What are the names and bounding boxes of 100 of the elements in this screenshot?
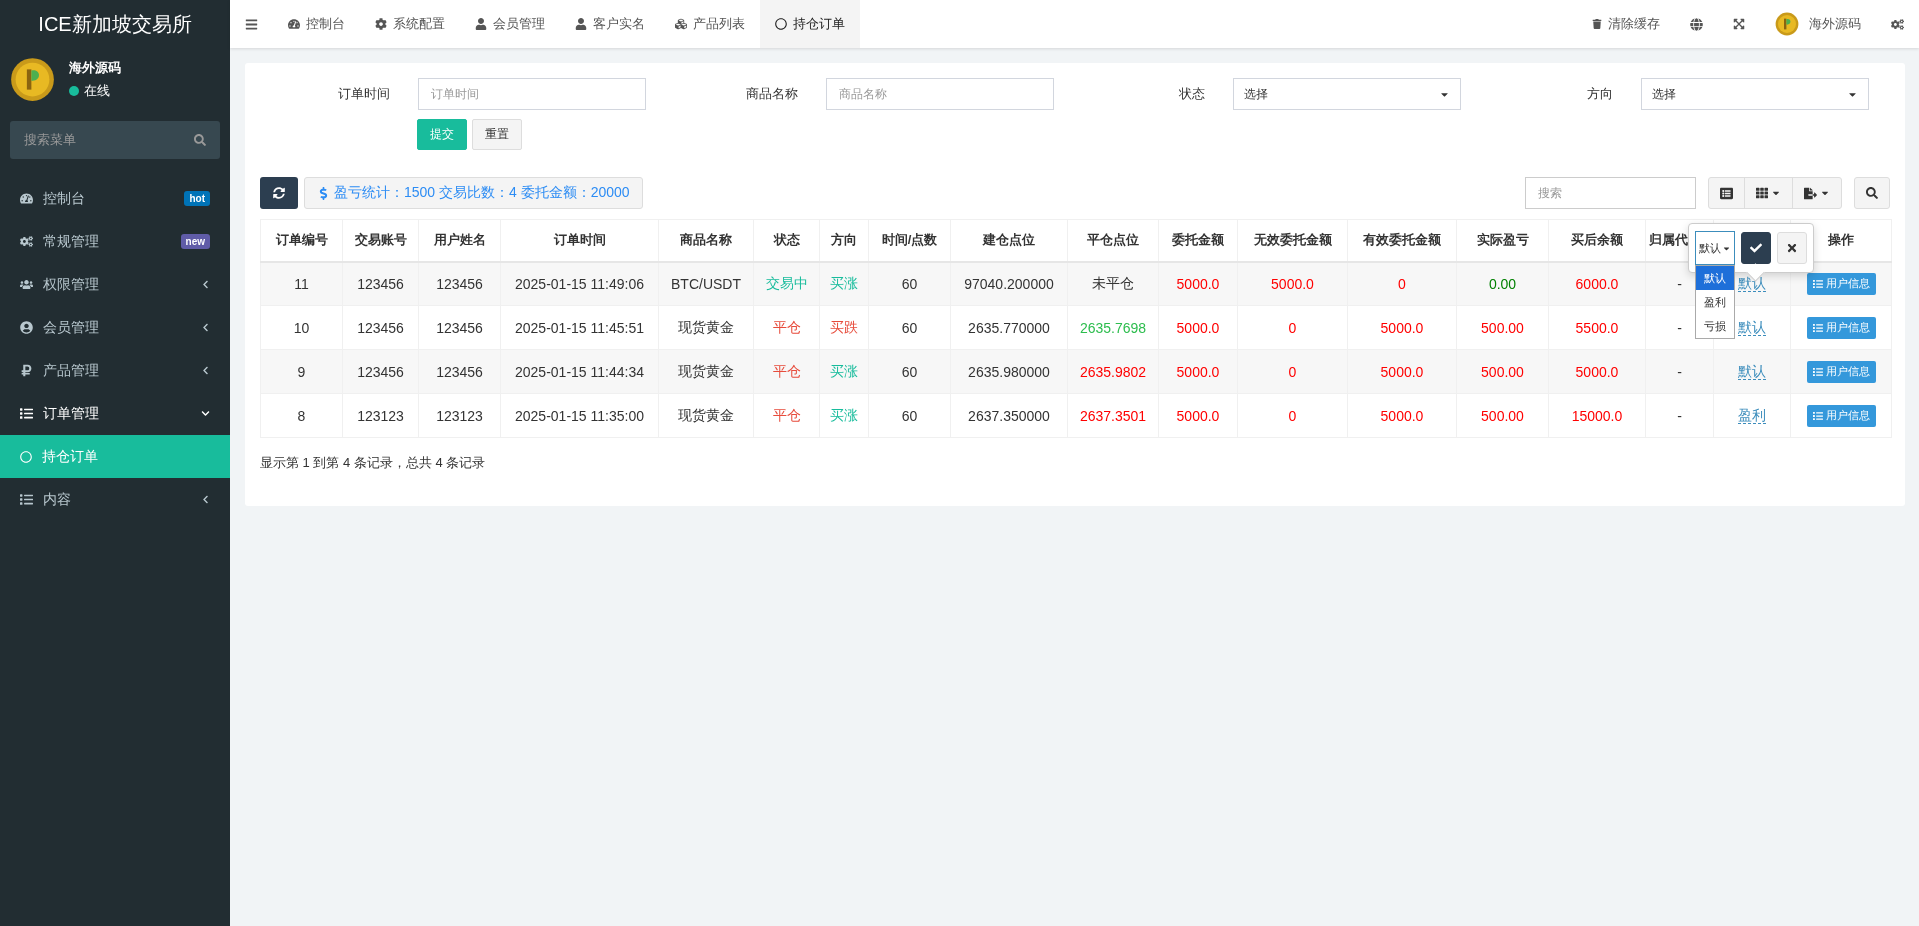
table-cell: 2025-01-15 11:35:00 bbox=[515, 407, 644, 424]
cancel-button[interactable] bbox=[1777, 232, 1807, 264]
table-cell: 2025-01-15 11:45:51 bbox=[515, 319, 644, 336]
user-icon bbox=[475, 18, 487, 30]
nav-tab[interactable]: 客户实名 bbox=[560, 0, 660, 48]
column-header: 订单编号 bbox=[260, 219, 343, 262]
nav-tab[interactable]: 持仓订单 bbox=[760, 0, 860, 48]
filter-label: 方向 bbox=[1585, 85, 1613, 103]
table-cell: 5500.0 bbox=[1575, 319, 1619, 336]
table-cell: 500.00 bbox=[1481, 363, 1524, 380]
table-cell: 0 bbox=[1398, 275, 1406, 292]
refresh-button[interactable] bbox=[260, 177, 298, 209]
table-cell: 买涨 bbox=[830, 362, 858, 379]
column-header: 平仓点位 bbox=[1067, 219, 1159, 262]
table-cell: 123456 bbox=[436, 275, 483, 292]
avatar-icon bbox=[10, 57, 55, 102]
table-cell: 买跌 bbox=[830, 318, 858, 335]
table-cell: - bbox=[1677, 319, 1682, 336]
pagination-info: 显示第 1 到第 4 条记录，总共 4 条记录 bbox=[260, 454, 487, 472]
expand-icon bbox=[1733, 18, 1745, 30]
user-name: 海外源码 bbox=[69, 59, 121, 77]
table-cell: - bbox=[1677, 275, 1682, 292]
column-header: 商品名称 bbox=[658, 219, 754, 262]
list-icon bbox=[1812, 322, 1823, 333]
table-cell: - bbox=[1677, 407, 1682, 424]
nav-tab[interactable]: 控制台 bbox=[273, 0, 360, 48]
table-cell: 60 bbox=[901, 407, 918, 424]
sidebar-item[interactable]: 常规管理 new bbox=[0, 220, 230, 263]
sidebar-item[interactable]: 产品管理 bbox=[0, 349, 230, 392]
status-dot-icon bbox=[69, 86, 79, 96]
filter-label: 订单时间 bbox=[337, 85, 390, 103]
table-cell: 2025-01-15 11:49:06 bbox=[515, 275, 644, 292]
filter-input[interactable]: 订单时间 bbox=[418, 78, 646, 110]
table-cell: 0 bbox=[1288, 363, 1297, 380]
dropdown-option[interactable]: 默认 bbox=[1696, 266, 1734, 290]
table-search-field[interactable]: 搜索 bbox=[1525, 177, 1696, 209]
table-cell: 平仓 bbox=[772, 362, 801, 379]
chevron-down-icon bbox=[201, 409, 210, 418]
table-cell: 500.00 bbox=[1481, 319, 1524, 336]
table-cell: 5000.0 bbox=[1380, 363, 1424, 380]
nav-tab[interactable]: 会员管理 bbox=[460, 0, 560, 48]
table-cell: 5000.0 bbox=[1575, 363, 1619, 380]
nav-tab[interactable]: 产品列表 bbox=[660, 0, 760, 48]
settle-link[interactable]: 默认 bbox=[1738, 362, 1766, 380]
confirm-button[interactable] bbox=[1741, 232, 1771, 264]
column-header: 状态 bbox=[753, 219, 820, 262]
table-cell: 11 bbox=[294, 275, 309, 292]
table-cell: 2025-01-15 11:44:34 bbox=[515, 363, 644, 380]
list-icon bbox=[20, 493, 33, 506]
sidebar-item[interactable]: 权限管理 bbox=[0, 263, 230, 306]
filter-input[interactable]: 商品名称 bbox=[825, 78, 1054, 110]
sidebar-item[interactable]: 内容 bbox=[0, 478, 230, 521]
table-cell: 5000.0 bbox=[1176, 363, 1220, 380]
chevron-left-icon bbox=[201, 495, 210, 504]
gear-icon bbox=[375, 18, 387, 30]
chevron-left-icon bbox=[201, 280, 210, 289]
settle-link[interactable]: 盈利 bbox=[1738, 406, 1766, 424]
list-icon bbox=[20, 407, 33, 420]
list-icon bbox=[1720, 186, 1733, 200]
column-header: 时间/点数 bbox=[868, 219, 951, 262]
sidebar-item[interactable]: 控制台 hot bbox=[0, 177, 230, 220]
table-cell: 8 bbox=[297, 407, 306, 424]
refresh-icon bbox=[273, 187, 285, 199]
close-icon bbox=[1786, 242, 1798, 254]
user-icon bbox=[575, 18, 587, 30]
filter-select[interactable]: 选择 bbox=[1233, 78, 1461, 110]
trash-icon bbox=[1592, 19, 1602, 29]
sidebar-item[interactable]: 订单管理 bbox=[0, 392, 230, 435]
list-icon bbox=[1812, 278, 1823, 289]
settle-link[interactable]: 默认 bbox=[1738, 318, 1766, 336]
table-cell: 0 bbox=[1288, 407, 1297, 424]
column-header: 有效委托金额 bbox=[1347, 219, 1457, 262]
column-header: 用户姓名 bbox=[418, 219, 501, 262]
brand-title: ICE新加坡交易所 bbox=[38, 11, 192, 37]
search-button[interactable] bbox=[1854, 177, 1890, 209]
reset-button[interactable]: 重置 bbox=[472, 119, 522, 150]
table-cell: 平仓 bbox=[772, 406, 801, 423]
sidebar-item[interactable]: 会员管理 bbox=[0, 306, 230, 349]
table-cell: 123456 bbox=[357, 275, 404, 292]
table-cell: 10 bbox=[293, 319, 310, 336]
column-header: 实际盈亏 bbox=[1456, 219, 1549, 262]
table-cell: 5000.0 bbox=[1176, 319, 1220, 336]
dashboard-icon bbox=[20, 192, 33, 205]
dollar-icon bbox=[317, 186, 330, 200]
table-cell: 2635.9802 bbox=[1079, 363, 1147, 380]
search-icon bbox=[1866, 187, 1878, 199]
user-menu[interactable]: 海外源码 bbox=[1760, 0, 1876, 48]
user-status: 在线 bbox=[84, 82, 110, 100]
nav-tab[interactable]: 系统配置 bbox=[360, 0, 460, 48]
table-cell: 0.00 bbox=[1488, 275, 1517, 292]
avatar-icon bbox=[1775, 12, 1799, 36]
column-header: 无效委托金额 bbox=[1237, 219, 1348, 262]
filter-select[interactable]: 选择 bbox=[1640, 78, 1869, 110]
clear-cache-button[interactable]: 清除缓存 bbox=[1577, 0, 1675, 48]
table-cell: 0 bbox=[1288, 319, 1297, 336]
table-cell: 交易中 bbox=[765, 274, 808, 291]
column-header: 建仓点位 bbox=[950, 219, 1068, 262]
table-cell: 买涨 bbox=[830, 406, 858, 423]
filter-label: 状态 bbox=[1178, 85, 1205, 103]
menu-badge: new bbox=[180, 234, 210, 249]
